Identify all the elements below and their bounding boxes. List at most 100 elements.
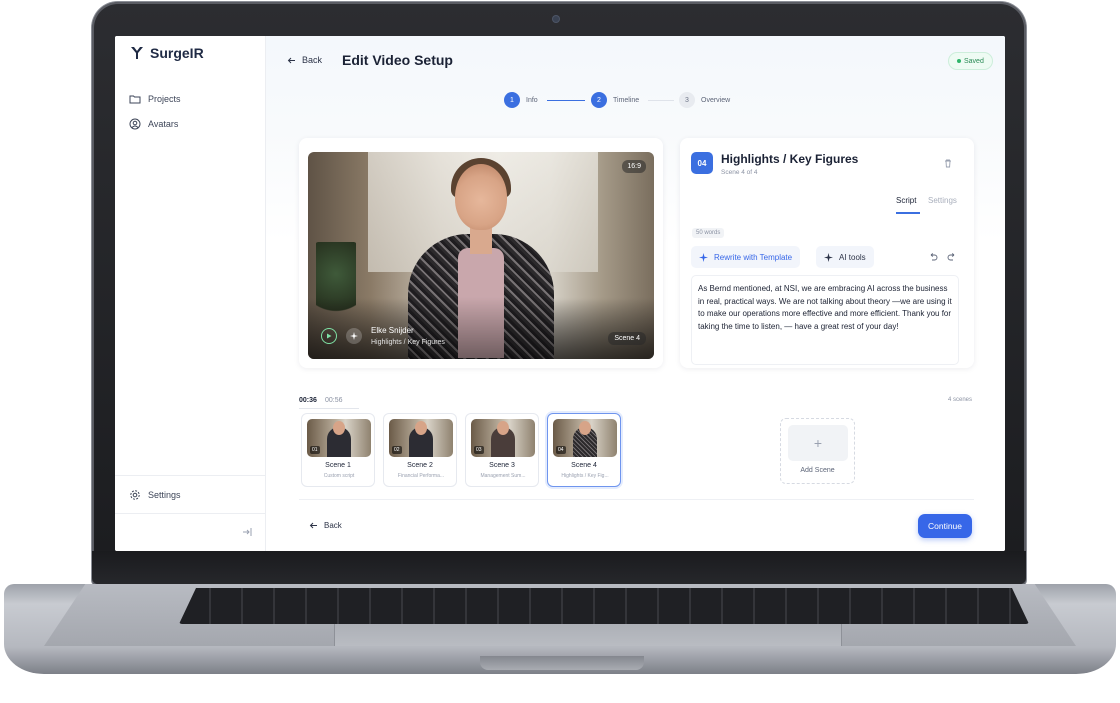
step-1-label[interactable]: Info [526,97,538,104]
undo-icon[interactable] [928,252,938,262]
video-preview-card: 16:9 Elke Snijder Highlights / Key Figur… [299,138,663,368]
scene-editor-card: 04 Highlights / Key Figures Scene 4 of 4… [680,138,974,368]
footer-divider [299,499,974,500]
surge-logo-icon [131,47,143,59]
scene-count: 4 scenes [947,397,972,403]
timeline-current-time: 00:36 [299,397,317,404]
thumbnail-head [579,421,591,435]
scene-title: Highlights / Key Figures [721,152,859,166]
saved-status-badge: Saved [948,52,993,70]
folder-icon [129,95,141,104]
scene-card-1[interactable]: 01 Scene 1 Custom script [301,413,375,487]
scene-card-4-active[interactable]: 04 Scene 4 Highlights / Key Fig... [547,413,621,487]
presenter-subtitle: Highlights / Key Figures [371,339,445,346]
add-scene-label: Add Scene [800,467,835,474]
scene-card-subtitle: Management Sum... [480,473,526,479]
scene-card-title: Scene 4 [571,462,597,469]
laptop-bezel-bottom [92,551,1026,584]
step-connector-pending [648,100,674,101]
collapse-sidebar-icon[interactable] [242,527,252,537]
arrow-left-icon [287,57,295,63]
laptop-base [4,584,1116,674]
sidebar-item-label: Settings [148,490,181,500]
keyboard [179,588,1029,624]
scene-position: Scene 4 of 4 [721,169,758,176]
webcam-icon [553,16,559,22]
tab-settings[interactable]: Settings [928,196,957,205]
trash-icon[interactable] [943,158,953,168]
continue-button[interactable]: Continue [918,514,972,538]
step-connector-done [547,100,585,101]
sparkle-icon [699,252,708,262]
plus-icon: + [788,425,848,461]
tab-script[interactable]: Script [896,196,916,205]
step-2-circle[interactable]: 2 [591,92,607,108]
step-number: 2 [597,96,601,104]
step-3-label[interactable]: Overview [701,97,730,104]
scene-card-title: Scene 1 [325,462,351,469]
ai-tools-label: AI tools [839,252,866,262]
active-tab-indicator [896,212,920,214]
step-3-circle[interactable]: 3 [679,92,695,108]
scene-card-title: Scene 2 [407,462,433,469]
play-button[interactable] [321,328,337,344]
back-label: Back [324,521,342,530]
scene-card-subtitle: Financial Performa... [397,473,445,479]
laptop-notch [480,656,644,670]
screen: SurgeIR Projects Avatars Settings Back E… [115,36,1005,551]
add-scene-button[interactable]: + Add Scene [780,418,855,484]
sidebar-item-settings[interactable]: Settings [129,489,181,501]
scene-card-subtitle: Highlights / Key Fig... [561,473,609,479]
arrow-left-icon [309,522,317,529]
play-icon [327,333,332,339]
step-2-label[interactable]: Timeline [613,97,639,104]
footer-back-button[interactable]: Back [309,521,342,530]
scene-number-badge: 04 [691,152,713,174]
step-1-circle[interactable]: 1 [504,92,520,108]
scene-card-3[interactable]: 03 Scene 3 Management Sum... [465,413,539,487]
thumbnail-head [497,421,509,435]
rewrite-label: Rewrite with Template [714,252,793,262]
word-count: 50 words [692,228,725,238]
scene-thumb-number: 03 [474,446,484,454]
back-label: Back [302,55,323,65]
app-name: SurgeIR [150,45,204,61]
saved-label: Saved [964,57,984,65]
scene-thumb-number: 04 [556,446,566,454]
sidebar-item-label: Projects [148,94,181,104]
sparkle-icon [350,332,358,340]
script-textarea[interactable]: As Bernd mentioned, at NSI, we are embra… [691,275,959,365]
scene-card-title: Scene 3 [489,462,515,469]
scene-thumb-number: 02 [392,446,402,454]
magic-wand-icon [824,252,833,262]
scene-thumbnail: 03 [471,419,535,457]
app-logo[interactable]: SurgeIR [130,45,204,61]
thumbnail-head [415,421,427,435]
sidebar: SurgeIR Projects Avatars Settings [115,36,266,551]
status-dot-icon [957,59,961,63]
scene-thumb-number: 01 [310,446,320,454]
rewrite-with-template-button[interactable]: Rewrite with Template [691,246,801,268]
timeline-track[interactable] [299,408,359,409]
thumbnail-head [333,421,345,435]
video-gradient-overlay [308,152,654,359]
main-content: Back Edit Video Setup Saved 1 Info 2 Tim… [266,36,1005,551]
ai-sparkle-button[interactable] [346,328,362,344]
sidebar-item-label: Avatars [148,119,179,129]
aspect-ratio-badge[interactable]: 16:9 [622,160,646,173]
step-number: 1 [510,96,514,104]
sidebar-divider [115,475,266,476]
timeline-total-time: 00:56 [325,397,343,404]
redo-icon[interactable] [947,252,957,262]
scene-thumbnail: 01 [307,419,371,457]
ai-tools-button[interactable]: AI tools [816,246,874,268]
step-number: 3 [685,96,689,104]
scene-card-2[interactable]: 02 Scene 2 Financial Performa... [383,413,457,487]
sidebar-divider [115,513,266,514]
sidebar-item-projects[interactable]: Projects [129,93,181,105]
scene-badge: Scene 4 [608,332,646,345]
video-preview[interactable]: 16:9 Elke Snijder Highlights / Key Figur… [308,152,654,359]
sidebar-item-avatars[interactable]: Avatars [129,118,178,130]
header-back-button[interactable]: Back [287,55,322,65]
gear-icon [130,490,140,500]
